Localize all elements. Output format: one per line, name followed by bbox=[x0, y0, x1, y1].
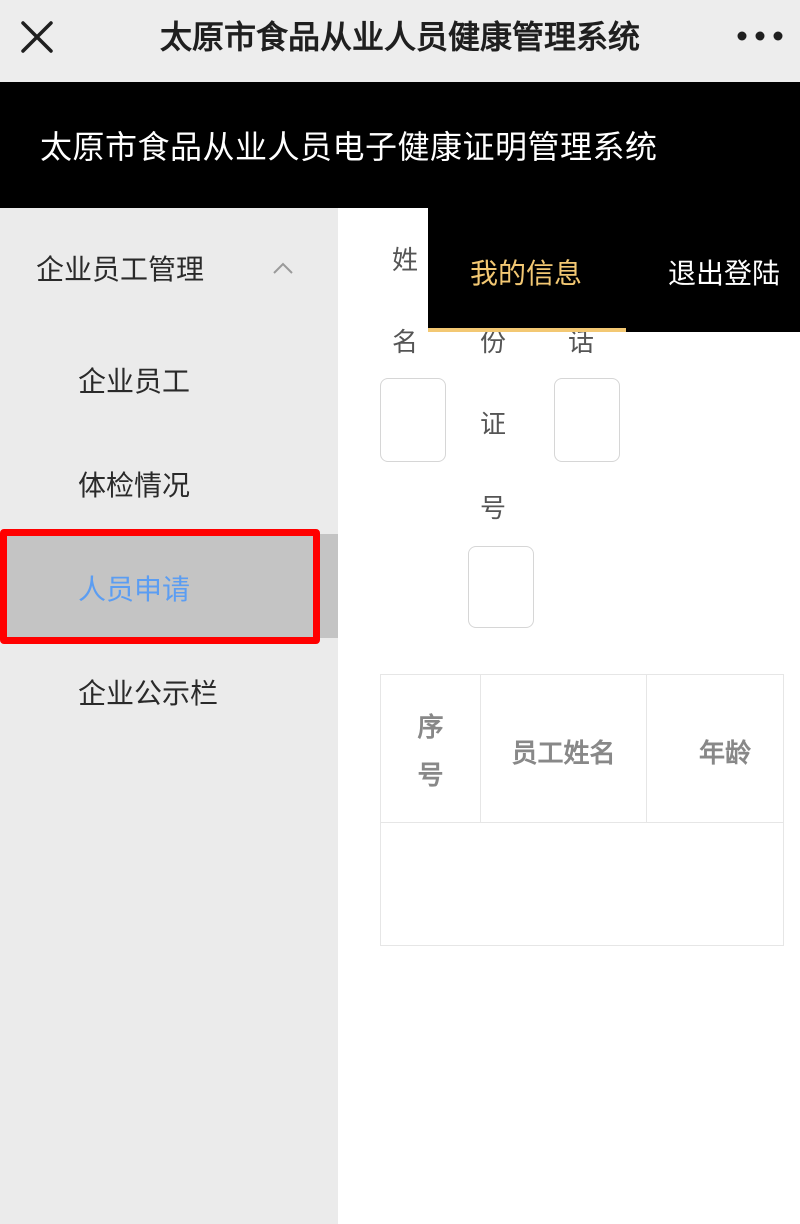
tab-my-info[interactable]: 我的信息 bbox=[428, 208, 626, 332]
tab-label: 退出登陆 bbox=[668, 257, 781, 290]
sidebar-group-label: 企业员工管理 bbox=[36, 253, 205, 286]
user-menu: 我的信息 退出登陆 bbox=[428, 208, 800, 332]
sidebar-item-label: 企业员工 bbox=[78, 365, 191, 398]
column-header-name[interactable]: 员工姓名 bbox=[481, 675, 647, 823]
sidebar-item-employees[interactable]: 企业员工 bbox=[0, 326, 338, 430]
employee-table: 序 号 员工姓名 年龄 bbox=[380, 674, 784, 946]
name-label-char: 姓 bbox=[392, 246, 419, 276]
sidebar-group-employee-management[interactable]: 企业员工管理 bbox=[0, 208, 338, 328]
sidebar: 企业员工管理 企业员工 体检情况 人员申请 企业公示栏 bbox=[0, 208, 338, 1224]
id-number-input[interactable] bbox=[468, 546, 534, 628]
header-text: 年龄 bbox=[698, 739, 751, 769]
more-icon[interactable] bbox=[730, 16, 790, 56]
column-header-index[interactable]: 序 号 bbox=[381, 675, 481, 823]
phone-input[interactable] bbox=[554, 378, 620, 462]
system-title: 太原市食品从业人员电子健康证明管理系统 bbox=[40, 128, 658, 166]
name-label-char: 名 bbox=[392, 328, 419, 358]
system-header: 太原市食品从业人员电子健康证明管理系统 bbox=[0, 82, 800, 208]
close-icon[interactable] bbox=[14, 14, 60, 60]
chevron-up-icon bbox=[268, 258, 298, 278]
id-label-char: 号 bbox=[480, 494, 507, 524]
table-header-divider bbox=[381, 822, 783, 823]
main-content: 姓 名 份 证 号 话 序 号 员工姓名 年龄 bbox=[338, 208, 800, 1224]
tab-logout[interactable]: 退出登陆 bbox=[626, 208, 800, 332]
sidebar-item-label: 体检情况 bbox=[78, 469, 191, 502]
navbar-title: 太原市食品从业人员健康管理系统 bbox=[159, 18, 640, 56]
id-label-char: 证 bbox=[480, 410, 507, 440]
tab-label: 我的信息 bbox=[470, 257, 583, 290]
top-navbar: 太原市食品从业人员健康管理系统 bbox=[0, 0, 800, 82]
sidebar-item-bulletin[interactable]: 企业公示栏 bbox=[0, 638, 338, 742]
header-text: 号 bbox=[417, 761, 444, 791]
sidebar-item-label: 企业公示栏 bbox=[78, 677, 219, 710]
header-text: 序 bbox=[417, 713, 444, 743]
sidebar-item-checkups[interactable]: 体检情况 bbox=[0, 430, 338, 534]
header-text: 员工姓名 bbox=[511, 739, 616, 769]
sidebar-item-applications[interactable]: 人员申请 bbox=[0, 534, 338, 638]
active-tab-underline bbox=[428, 328, 626, 332]
sidebar-item-label: 人员申请 bbox=[78, 573, 191, 606]
name-input[interactable] bbox=[380, 378, 446, 462]
column-header-age[interactable]: 年龄 bbox=[647, 675, 783, 823]
